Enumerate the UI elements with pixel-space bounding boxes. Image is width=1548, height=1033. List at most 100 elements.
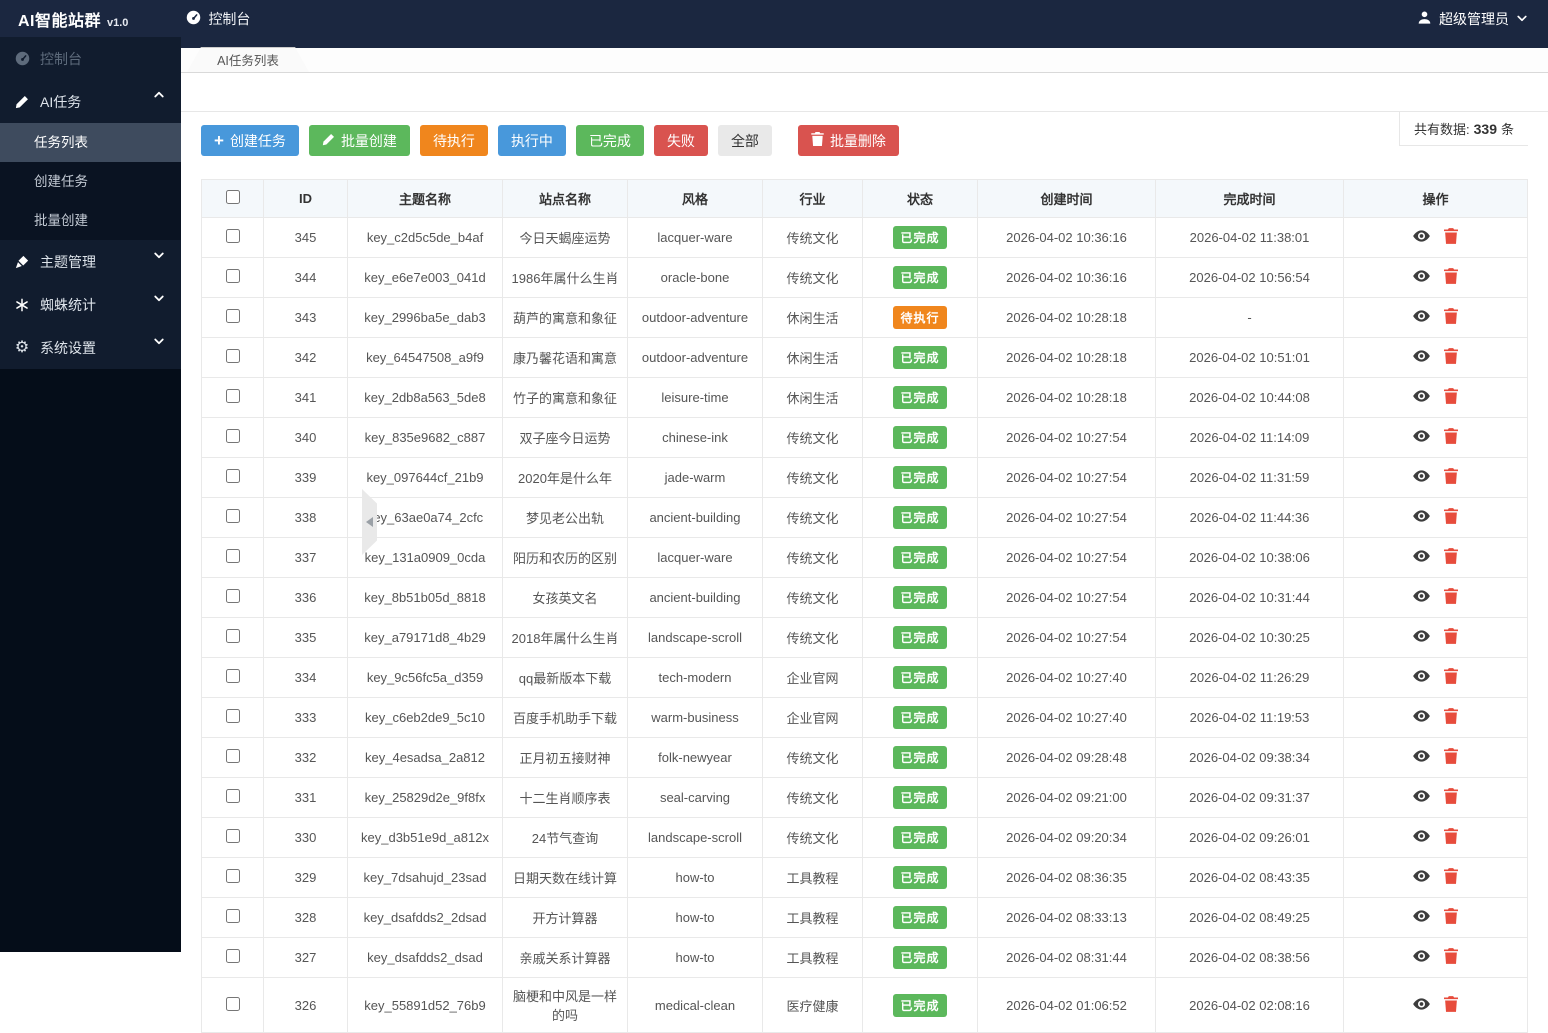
delete-button[interactable] — [1437, 668, 1465, 687]
view-button[interactable] — [1406, 669, 1437, 686]
user-menu[interactable]: 超级管理员 — [1417, 9, 1528, 29]
created-cell: 2026-04-02 09:28:48 — [977, 737, 1156, 778]
finished-cell: - — [1155, 297, 1344, 338]
view-button[interactable] — [1406, 829, 1437, 846]
eye-icon — [1413, 750, 1430, 766]
filter-running-button[interactable]: 执行中 — [497, 125, 566, 156]
batch-create-button[interactable]: 批量创建 — [308, 125, 410, 156]
create-task-button[interactable]: + 创建任务 — [201, 125, 299, 156]
sidebar-item-create-task[interactable]: 创建任务 — [0, 162, 181, 201]
checkbox-cell — [201, 977, 264, 1033]
trash-icon — [1444, 548, 1458, 567]
style-cell: oracle-bone — [627, 257, 763, 298]
row-checkbox[interactable] — [225, 949, 240, 963]
view-button[interactable] — [1406, 269, 1437, 286]
filter-pending-button[interactable]: 待执行 — [419, 125, 488, 156]
delete-button[interactable] — [1437, 548, 1465, 567]
view-button[interactable] — [1406, 789, 1437, 806]
column-header: ID — [263, 179, 348, 218]
row-checkbox[interactable] — [225, 349, 240, 363]
filter-done-button[interactable]: 已完成 — [575, 125, 644, 156]
delete-button[interactable] — [1437, 588, 1465, 607]
sidebar-item-task-list[interactable]: 任务列表 — [0, 123, 181, 162]
delete-button[interactable] — [1437, 348, 1465, 367]
view-button[interactable] — [1406, 629, 1437, 646]
view-button[interactable] — [1406, 549, 1437, 566]
site-cell: 脑梗和中风是一样的吗 — [502, 977, 628, 1033]
view-button[interactable] — [1406, 469, 1437, 486]
view-button[interactable] — [1406, 749, 1437, 766]
delete-button[interactable] — [1437, 308, 1465, 327]
delete-button[interactable] — [1437, 428, 1465, 447]
row-checkbox[interactable] — [225, 429, 240, 443]
industry-cell: 传统文化 — [762, 537, 863, 578]
filter-failed-button[interactable]: 失败 — [653, 125, 708, 156]
status-cell: 已完成 — [862, 737, 978, 778]
site-cell: 日期天数在线计算 — [502, 857, 628, 898]
filter-all-button[interactable]: 全部 — [717, 125, 772, 156]
view-button[interactable] — [1406, 869, 1437, 886]
row-checkbox[interactable] — [225, 389, 240, 403]
column-header: 完成时间 — [1155, 179, 1344, 218]
tab-ai-task-list[interactable]: AI任务列表 — [187, 47, 309, 72]
view-button[interactable] — [1406, 389, 1437, 406]
delete-button[interactable] — [1437, 948, 1465, 967]
trash-icon — [1444, 708, 1458, 727]
view-button[interactable] — [1406, 709, 1437, 726]
view-button[interactable] — [1406, 309, 1437, 326]
industry-cell: 传统文化 — [762, 817, 863, 858]
row-checkbox[interactable] — [225, 229, 240, 243]
row-checkbox[interactable] — [225, 589, 240, 603]
delete-button[interactable] — [1437, 508, 1465, 527]
view-button[interactable] — [1406, 509, 1437, 526]
row-checkbox[interactable] — [225, 749, 240, 763]
checkbox-cell — [201, 337, 264, 378]
topic-cell: key_c2d5c5de_b4af — [347, 217, 503, 258]
row-checkbox[interactable] — [225, 269, 240, 283]
row-checkbox[interactable] — [225, 549, 240, 563]
delete-button[interactable] — [1437, 828, 1465, 847]
status-badge: 已完成 — [893, 993, 947, 1017]
row-checkbox[interactable] — [225, 909, 240, 923]
view-button[interactable] — [1406, 229, 1437, 246]
delete-button[interactable] — [1437, 908, 1465, 927]
checkbox-cell — [201, 217, 264, 258]
delete-button[interactable] — [1437, 228, 1465, 247]
sidebar-item-ai-tasks[interactable]: AI任务 — [0, 80, 181, 123]
sidebar-item-console[interactable]: 控制台 — [0, 37, 181, 80]
row-checkbox[interactable] — [225, 789, 240, 803]
sidebar-item-system-settings[interactable]: ⚙ 系统设置 — [0, 326, 181, 369]
nav-console-link[interactable]: 控制台 — [186, 9, 250, 29]
sidebar-item-batch-create[interactable]: 批量创建 — [0, 201, 181, 240]
row-checkbox[interactable] — [225, 669, 240, 683]
delete-button[interactable] — [1437, 995, 1465, 1015]
status-badge: 已完成 — [893, 786, 947, 809]
delete-button[interactable] — [1437, 388, 1465, 407]
delete-button[interactable] — [1437, 788, 1465, 807]
row-checkbox[interactable] — [225, 469, 240, 483]
view-button[interactable] — [1406, 909, 1437, 926]
view-button[interactable] — [1406, 429, 1437, 446]
row-checkbox[interactable] — [225, 829, 240, 843]
row-checkbox[interactable] — [225, 509, 240, 523]
delete-button[interactable] — [1437, 268, 1465, 287]
delete-button[interactable] — [1437, 468, 1465, 487]
batch-delete-button[interactable]: 批量删除 — [797, 125, 899, 156]
view-button[interactable] — [1406, 589, 1437, 606]
delete-button[interactable] — [1437, 628, 1465, 647]
row-checkbox[interactable] — [225, 629, 240, 643]
sidebar-item-theme-manage[interactable]: 主题管理 — [0, 240, 181, 283]
delete-button[interactable] — [1437, 868, 1465, 887]
topic-cell: key_8b51b05d_8818 — [347, 577, 503, 618]
view-button[interactable] — [1406, 997, 1437, 1014]
row-checkbox[interactable] — [225, 709, 240, 723]
view-button[interactable] — [1406, 349, 1437, 366]
select-all-checkbox[interactable] — [225, 190, 240, 204]
row-checkbox[interactable] — [225, 869, 240, 883]
actions-cell — [1343, 817, 1528, 858]
row-checkbox[interactable] — [225, 309, 240, 323]
sidebar-item-spider-stats[interactable]: 蜘蛛统计 — [0, 283, 181, 326]
delete-button[interactable] — [1437, 708, 1465, 727]
row-checkbox[interactable] — [225, 996, 240, 1011]
delete-button[interactable] — [1437, 748, 1465, 767]
